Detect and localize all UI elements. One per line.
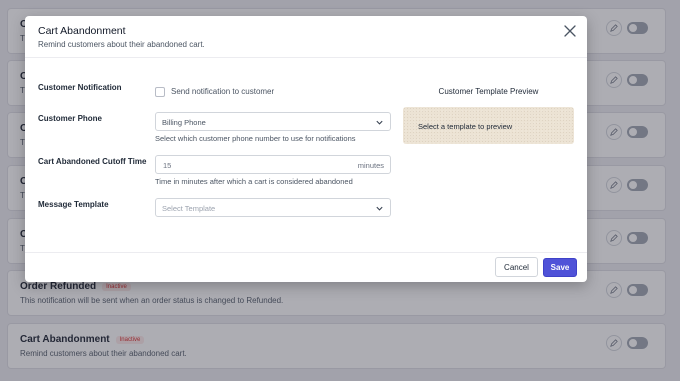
cutoff-time-help: Time in minutes after which a cart is co… <box>155 177 353 186</box>
customer-phone-help: Select which customer phone number to us… <box>155 134 356 143</box>
modal-subtitle: Remind customers about their abandoned c… <box>38 40 205 49</box>
cutoff-time-label: Cart Abandoned Cutoff Time <box>38 157 147 166</box>
customer-phone-value: Billing Phone <box>162 118 206 127</box>
chevron-down-icon <box>376 120 383 125</box>
cutoff-time-value: 15 <box>163 161 172 170</box>
customer-phone-select[interactable]: Billing Phone <box>155 112 391 131</box>
template-preview-placeholder: Select a template to preview <box>418 122 513 131</box>
modal-header: Cart Abandonment Remind customers about … <box>25 16 587 58</box>
save-button[interactable]: Save <box>543 258 577 277</box>
message-template-label: Message Template <box>38 200 109 209</box>
customer-notification-label: Customer Notification <box>38 83 122 92</box>
close-icon <box>564 25 576 37</box>
chevron-down-icon <box>376 206 383 211</box>
send-notification-checkbox[interactable] <box>155 87 165 97</box>
template-preview-box: Select a template to preview <box>403 107 574 144</box>
message-template-select[interactable]: Select Template <box>155 198 391 217</box>
modal-footer-divider <box>25 252 587 253</box>
modal-title: Cart Abandonment <box>38 25 126 37</box>
message-template-placeholder: Select Template <box>162 204 216 213</box>
close-button[interactable] <box>563 24 577 38</box>
cart-abandonment-modal: Cart Abandonment Remind customers about … <box>25 16 587 282</box>
cutoff-time-unit: minutes <box>357 161 384 170</box>
customer-phone-label: Customer Phone <box>38 114 103 123</box>
cancel-button[interactable]: Cancel <box>495 257 538 277</box>
send-notification-label[interactable]: Send notification to customer <box>171 87 274 96</box>
template-preview-title: Customer Template Preview <box>438 87 539 96</box>
cutoff-time-input[interactable]: 15 minutes <box>155 155 391 174</box>
